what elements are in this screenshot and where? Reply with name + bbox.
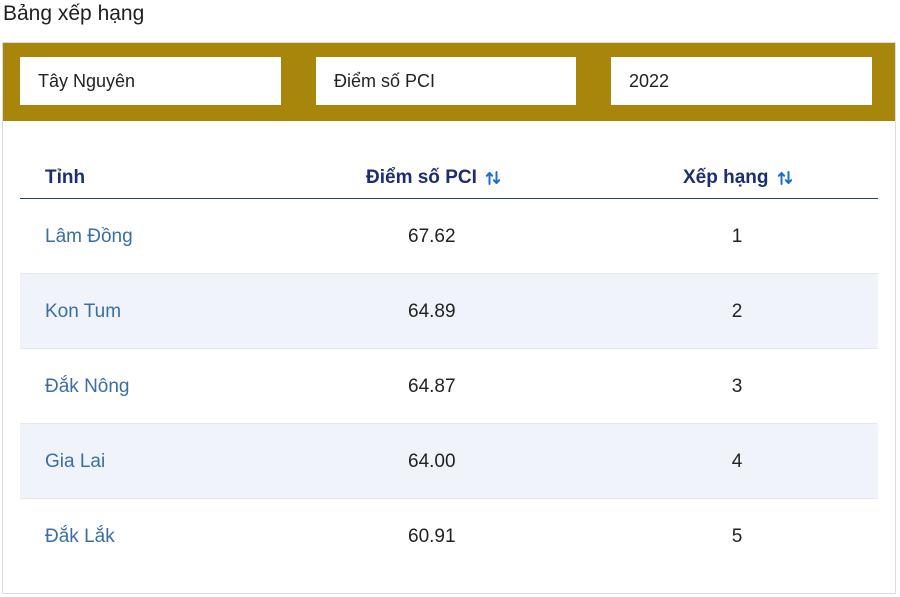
metric-select[interactable]: Điểm số PCI [316,57,576,105]
table-row: Kon Tum 64.89 2 [20,274,878,349]
score-cell: 64.89 [408,300,456,322]
province-link[interactable]: Kon Tum [45,274,121,349]
column-header-score[interactable]: Điểm số PCI [366,167,501,189]
column-header-rank-label: Xếp hạng [683,167,769,188]
table-row: Đắk Lắk 60.91 5 [20,499,878,574]
table-row: Đắk Nông 64.87 3 [20,349,878,424]
table-row: Lâm Đồng 67.62 1 [20,199,878,274]
province-link[interactable]: Đắk Lắk [45,499,115,574]
year-select[interactable]: 2022 [611,57,872,105]
page-title: Bảng xếp hạng [3,2,145,25]
column-header-rank[interactable]: Xếp hạng [683,167,793,189]
filter-bar: Tây Nguyên Điểm số PCI 2022 [3,43,895,121]
province-link[interactable]: Đắk Nông [45,349,130,424]
ranking-table: Tỉnh Điểm số PCI Xếp hạng Lâm Đồng 67.62 [20,161,878,574]
rank-cell: 2 [731,300,743,322]
sort-arrows-icon[interactable] [777,170,793,186]
region-select[interactable]: Tây Nguyên [20,57,281,105]
score-cell: 60.91 [408,525,456,547]
table-header: Tỉnh Điểm số PCI Xếp hạng [20,161,878,199]
rank-cell: 4 [731,450,743,472]
sort-arrows-icon[interactable] [485,170,501,186]
table-row: Gia Lai 64.00 4 [20,424,878,499]
column-header-province-label: Tỉnh [45,167,86,188]
rank-cell: 5 [731,525,743,547]
province-link[interactable]: Gia Lai [45,424,105,499]
column-header-score-label: Điểm số PCI [366,167,477,188]
rank-cell: 1 [731,225,743,247]
score-cell: 64.87 [408,375,456,397]
column-header-province: Tỉnh [45,167,85,189]
ranking-card: Tây Nguyên Điểm số PCI 2022 Tỉnh Điểm số… [2,42,896,594]
score-cell: 67.62 [408,225,456,247]
score-cell: 64.00 [408,450,456,472]
province-link[interactable]: Lâm Đồng [45,199,133,274]
rank-cell: 3 [731,375,743,397]
